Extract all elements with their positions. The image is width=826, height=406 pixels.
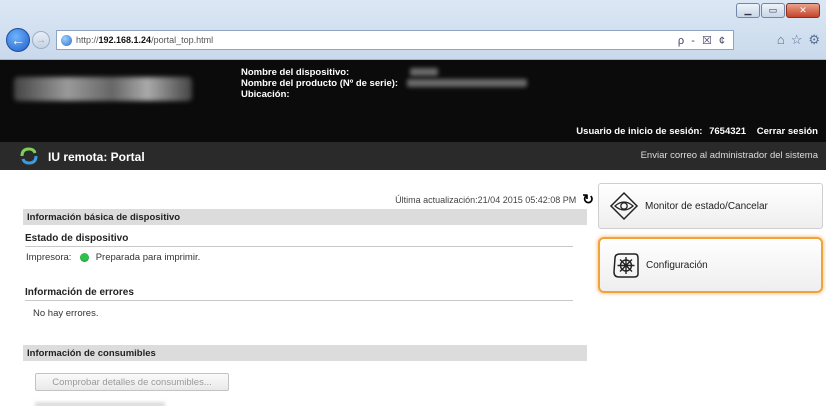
refresh-icon[interactable]: ↻ [582, 191, 594, 208]
url-path: /portal_top.html [151, 35, 214, 45]
forward-arrow-icon[interactable]: → [32, 31, 50, 49]
address-bar-tools[interactable]: ρ - ☒ ¢ [678, 34, 727, 47]
settings-gear-icon [613, 253, 639, 278]
window-controls: ▁ ▭ ✕ [735, 3, 820, 18]
product-name-label: Nombre del producto (Nº de serie): [241, 78, 399, 89]
status-monitor-label: Monitor de estado/Cancelar [645, 200, 768, 212]
error-info-title: Información de errores [25, 287, 134, 298]
printer-label: Impresora: [26, 252, 72, 263]
device-header: Nombre del dispositivo: Nombre del produ… [0, 60, 826, 142]
last-update: Última actualización:21/04 2015 05:42:08… [395, 191, 594, 208]
divider [25, 300, 573, 301]
star-icon[interactable]: ☆ [791, 32, 803, 48]
eye-monitor-icon [609, 191, 639, 221]
close-button[interactable]: ✕ [786, 3, 820, 18]
status-monitor-button[interactable]: Monitor de estado/Cancelar [598, 183, 823, 229]
maximize-button[interactable]: ▭ [761, 3, 785, 18]
basic-info-heading: Información básica de dispositivo [23, 209, 587, 225]
printer-status-text: Preparada para imprimir. [95, 252, 201, 263]
address-bar[interactable]: http:// 192.168.1.24 /portal_top.html ρ … [56, 30, 734, 50]
portal-titlebar: IU remota: Portal Enviar correo al admin… [0, 142, 826, 170]
home-icon[interactable]: ⌂ [777, 32, 785, 48]
settings-label: Configuración [646, 259, 708, 271]
url-prefix: http:// [76, 35, 99, 45]
device-status-title: Estado de dispositivo [25, 233, 129, 244]
last-update-text: Última actualización:21/04 2015 05:42:08… [395, 194, 577, 205]
device-name-value [409, 68, 438, 77]
login-row: Usuario de inicio de sesión: 7654321 Cer… [572, 126, 818, 137]
settings-button[interactable]: Configuración [598, 237, 823, 293]
browser-toolbar: ⌂ ☆ ⚙ [777, 32, 820, 48]
printer-status-row: Impresora: Preparada para imprimir. [26, 252, 200, 263]
portal-title: IU remota: Portal [48, 150, 145, 164]
divider [25, 246, 573, 247]
supplies-heading: Información de consumibles [23, 345, 587, 361]
portal-logo-icon [20, 147, 38, 165]
gear-icon[interactable]: ⚙ [808, 32, 820, 48]
device-name-label: Nombre del dispositivo: [241, 67, 350, 78]
cutoff-content [35, 402, 165, 406]
browser-navbar: ← → http:// 192.168.1.24 /portal_top.htm… [6, 28, 820, 52]
location-label: Ubicación: [241, 89, 290, 100]
product-name-value [406, 79, 527, 88]
error-text: No hay errores. [33, 308, 99, 319]
mail-admin-link[interactable]: Enviar correo al administrador del siste… [641, 150, 818, 161]
logout-link[interactable]: Cerrar sesión [757, 126, 818, 137]
status-ready-icon [80, 252, 90, 262]
login-user-value: 7654321 [709, 126, 747, 137]
login-user-label: Usuario de inicio de sesión: [576, 126, 703, 137]
brand-logo [14, 77, 192, 101]
device-info: Nombre del dispositivo: Nombre del produ… [241, 67, 527, 100]
back-arrow-icon[interactable]: ← [6, 28, 30, 52]
browser-chrome: ▁ ▭ ✕ ← → http:// 192.168.1.24 /portal_t… [0, 0, 826, 60]
minimize-button[interactable]: ▁ [736, 3, 760, 18]
url-host: 192.168.1.24 [98, 35, 152, 45]
favicon-icon [61, 34, 72, 46]
check-supplies-button[interactable]: Comprobar detalles de consumibles... [35, 373, 229, 391]
